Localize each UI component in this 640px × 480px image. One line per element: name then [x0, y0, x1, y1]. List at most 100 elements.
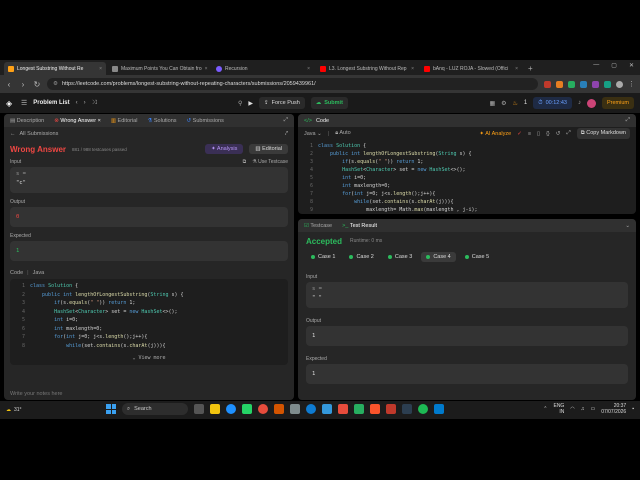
tab-test-result[interactable]: >_ Test Result — [342, 223, 377, 229]
close-icon[interactable]: × — [411, 66, 414, 72]
share-icon[interactable]: ⤤ — [285, 131, 288, 138]
use-testcase-button[interactable]: ⚗ Use Testcase — [252, 159, 288, 165]
store-icon[interactable] — [290, 404, 300, 414]
bug-icon[interactable]: ⚲ — [238, 100, 242, 107]
reset-icon[interactable]: ↺ — [556, 131, 561, 137]
extension-icon[interactable] — [592, 80, 599, 88]
whatsapp-icon[interactable] — [242, 404, 252, 414]
auto-toggle[interactable]: 🔒︎ Auto — [335, 130, 351, 137]
settings-app-icon[interactable] — [322, 404, 332, 414]
close-icon[interactable]: × — [307, 66, 310, 72]
notification-bell-icon[interactable]: ▪ — [632, 406, 634, 412]
collapse-icon[interactable]: ⌄ — [625, 223, 630, 229]
next-problem-icon[interactable]: › — [84, 100, 86, 106]
editorial-button[interactable]: ▥ Editorial — [249, 144, 288, 154]
avatar[interactable] — [586, 98, 596, 108]
battery-icon[interactable]: ▭ — [590, 406, 595, 412]
case-tab[interactable]: Case 5 — [460, 252, 494, 262]
browser-tab[interactable]: Recursion × — [212, 62, 314, 75]
ai-analyze-button[interactable]: ✦ AI Analyze — [479, 131, 511, 137]
prev-problem-icon[interactable]: ‹ — [76, 100, 78, 106]
run-icon[interactable]: ▶ — [248, 100, 253, 107]
case-tab[interactable]: Case 1 — [306, 252, 340, 262]
notes-input[interactable]: Write your notes here — [10, 388, 288, 400]
settings-icon[interactable]: ⚙ — [501, 100, 506, 107]
profile-avatar[interactable] — [616, 80, 623, 88]
edge-dev-icon[interactable] — [306, 404, 316, 414]
reload-icon[interactable]: ↻ — [33, 80, 41, 89]
vscode-icon[interactable] — [434, 404, 444, 414]
forward-icon[interactable]: › — [19, 80, 27, 89]
tab-editorial[interactable]: ▥ Editorial — [111, 118, 138, 124]
case-tab[interactable]: Case 2 — [344, 252, 378, 262]
list-icon[interactable]: ☰ — [21, 99, 27, 107]
windows-start-icon[interactable] — [106, 404, 116, 414]
edge-icon[interactable] — [226, 404, 236, 414]
close-icon[interactable]: × — [515, 66, 518, 72]
code-editor[interactable]: 1 class Solution { 2 public int lengthOfL… — [298, 140, 636, 214]
tab-description[interactable]: ▤ Description — [10, 118, 44, 124]
close-icon[interactable]: × — [99, 66, 102, 72]
close-icon[interactable]: × — [205, 66, 208, 72]
case-tab[interactable]: Case 3 — [383, 252, 417, 262]
shuffle-icon[interactable]: ⤨ — [92, 100, 97, 107]
green-app-icon[interactable] — [354, 404, 364, 414]
tab-submissions[interactable]: ↺ Submissions — [187, 118, 224, 124]
copy-icon[interactable]: ⧉ — [243, 159, 247, 165]
copy-markdown-button[interactable]: ⧉ Copy Markdown — [576, 128, 630, 139]
fullscreen-icon[interactable]: ⤢ — [566, 130, 570, 137]
red-app-icon[interactable] — [338, 404, 348, 414]
photos-icon[interactable] — [386, 404, 396, 414]
check-icon[interactable]: ✓ — [517, 131, 522, 137]
extension-icon[interactable] — [604, 80, 611, 88]
bookmark-icon[interactable]: ▯ — [537, 131, 540, 137]
notification-icon[interactable]: ♪ — [578, 100, 581, 106]
task-view-icon[interactable] — [194, 404, 204, 414]
tab-wrong-answer[interactable]: ⊗ Wrong Answer × — [54, 118, 101, 124]
braces-icon[interactable]: {} — [546, 131, 550, 137]
app-icon[interactable] — [274, 404, 284, 414]
chrome-icon[interactable] — [258, 404, 268, 414]
analysis-button[interactable]: ✦ Analysis — [205, 144, 244, 154]
force-push-button[interactable]: ⇪ Force Push — [259, 97, 305, 109]
view-more-button[interactable]: ⌄ View more — [10, 355, 288, 361]
taskbar-search[interactable]: ⌕ Search — [122, 403, 188, 415]
volume-icon[interactable]: ♫ — [581, 406, 585, 412]
extension-icon[interactable] — [556, 80, 563, 88]
case-tab[interactable]: Case 4 — [421, 252, 456, 262]
tab-testcase[interactable]: ☑ Testcase — [304, 223, 332, 229]
browser-tab[interactable]: Maximum Points You Can Obtain fro × — [108, 62, 210, 75]
menu-icon[interactable]: ⋮ — [628, 81, 635, 88]
brave-icon[interactable] — [370, 404, 380, 414]
chevron-up-icon[interactable]: ⌃ — [543, 406, 547, 412]
all-submissions-link[interactable]: ← All Submissions ⤤ — [4, 127, 294, 141]
file-explorer-icon[interactable] — [210, 404, 220, 414]
browser-tab[interactable]: Longest Substring Without Re × — [4, 62, 106, 75]
submit-button[interactable]: ☁ Submit — [310, 97, 348, 109]
spotify-icon[interactable] — [418, 404, 428, 414]
terminal-app-icon[interactable] — [402, 404, 412, 414]
maximize-icon[interactable]: ▢ — [611, 62, 617, 69]
back-icon[interactable]: ‹ — [5, 80, 13, 89]
expand-icon[interactable]: ⤢ — [284, 117, 288, 124]
tab-solutions[interactable]: ⚗ Solutions — [147, 118, 176, 124]
problem-list-link[interactable]: Problem List — [33, 100, 69, 106]
format-icon[interactable]: ≡ — [528, 131, 531, 137]
expand-icon[interactable]: ⤢ — [626, 117, 630, 124]
browser-tab[interactable]: bAnq - LUZ ROJA - Slowed (Offici × — [420, 62, 522, 75]
weather-widget[interactable]: ☁ 31° — [6, 407, 22, 413]
browser-tab[interactable]: L3. Longest Substring Without Rep × — [316, 62, 418, 75]
url-input[interactable]: ⚙ https://leetcode.com/problems/longest-… — [47, 78, 538, 90]
new-tab-button[interactable]: + — [524, 62, 537, 75]
close-window-icon[interactable]: ✕ — [629, 62, 634, 69]
leetcode-logo-icon[interactable]: ◈ — [6, 99, 15, 108]
timer[interactable]: ⏱ 00:12:43 — [533, 97, 572, 109]
language-select[interactable]: Java ⌄ — [304, 131, 322, 137]
layout-icon[interactable]: ▦ — [489, 100, 495, 107]
minimize-icon[interactable]: — — [593, 62, 599, 69]
extension-icon[interactable] — [580, 80, 587, 88]
clock[interactable]: 20:37 07/07/2026 — [601, 403, 626, 415]
language-indicator[interactable]: ENG IN — [553, 403, 564, 415]
extension-icon[interactable] — [544, 80, 551, 88]
extension-icon[interactable] — [568, 80, 575, 88]
